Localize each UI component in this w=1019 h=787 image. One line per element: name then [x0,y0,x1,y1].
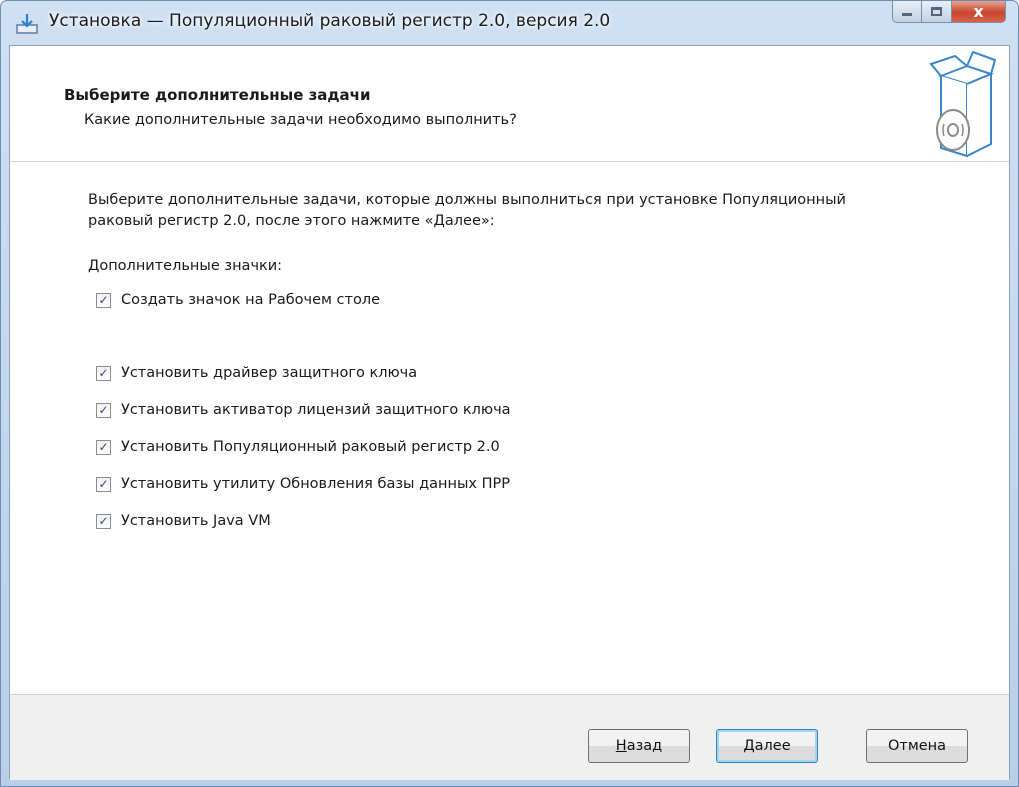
checkmark-icon: ✓ [98,293,109,307]
checkmark-icon: ✓ [98,440,109,454]
window-title: Установка — Популяционный раковый регист… [49,11,611,31]
close-button[interactable]: x [952,1,1006,23]
checkbox[interactable]: ✓ [96,402,111,418]
task-license-activator[interactable]: ✓ Установить активатор лицензий защитног… [96,400,511,420]
task-label: Установить Популяционный раковый регистр… [121,439,500,455]
checkbox[interactable]: ✓ [96,513,111,529]
task-install-registry[interactable]: ✓ Установить Популяционный раковый регис… [96,437,500,457]
dialog-client-area: Выберите дополнительные задачи Какие доп… [9,45,1010,780]
close-icon: x [973,1,984,21]
checkbox[interactable]: ✓ [96,476,111,492]
task-label: Установить драйвер защитного ключа [121,365,418,381]
maximize-button[interactable] [922,1,952,23]
back-button[interactable]: Назад [588,729,690,763]
task-label: Установить Java VM [121,513,271,529]
task-key-driver[interactable]: ✓ Установить драйвер защитного ключа [96,363,417,383]
title-bar[interactable]: Установка — Популяционный раковый регист… [1,1,1018,45]
wizard-header: Выберите дополнительные задачи Какие доп… [10,46,1009,162]
checkmark-icon: ✓ [98,477,109,491]
caption-buttons: x [892,1,1006,25]
installer-window: Установка — Популяционный раковый регист… [0,0,1019,787]
installer-icon [16,14,38,34]
checkmark-icon: ✓ [98,366,109,380]
checkbox[interactable]: ✓ [96,292,111,308]
checkbox[interactable]: ✓ [96,439,111,455]
minimize-icon [902,13,912,16]
minimize-button[interactable] [892,1,922,23]
description-text: Выберите дополнительные задачи, которые … [88,190,968,232]
page-subtitle: Какие дополнительные задачи необходимо в… [84,112,517,128]
task-label: Установить утилиту Обновления базы данны… [121,476,511,492]
additional-icons-label: Дополнительные значки: [88,258,283,274]
next-button-label: Далее [743,738,791,754]
checkbox[interactable]: ✓ [96,365,111,381]
cancel-button[interactable]: Отмена [866,729,968,763]
task-label: Установить активатор лицензий защитного … [121,402,511,418]
task-label: Создать значок на Рабочем столе [121,292,381,308]
wizard-body: Выберите дополнительные задачи, которые … [10,163,1009,694]
next-button[interactable]: Далее [716,729,818,763]
cancel-button-label: Отмена [887,738,947,754]
install-box-icon [929,50,997,158]
checkmark-icon: ✓ [98,514,109,528]
task-db-update-utility[interactable]: ✓ Установить утилиту Обновления базы дан… [96,474,510,494]
wizard-footer: Назад Далее Отмена [10,694,1009,780]
maximize-icon [931,7,942,16]
task-java-vm[interactable]: ✓ Установить Java VM [96,511,271,531]
page-title: Выберите дополнительные задачи [64,86,371,104]
task-desktop-icon[interactable]: ✓ Создать значок на Рабочем столе [96,290,380,310]
back-button-label: Назад [615,738,663,754]
description-line-1: Выберите дополнительные задачи, которые … [88,192,846,208]
description-line-2: раковый регистр 2.0, после этого нажмите… [88,213,495,229]
checkmark-icon: ✓ [98,403,109,417]
